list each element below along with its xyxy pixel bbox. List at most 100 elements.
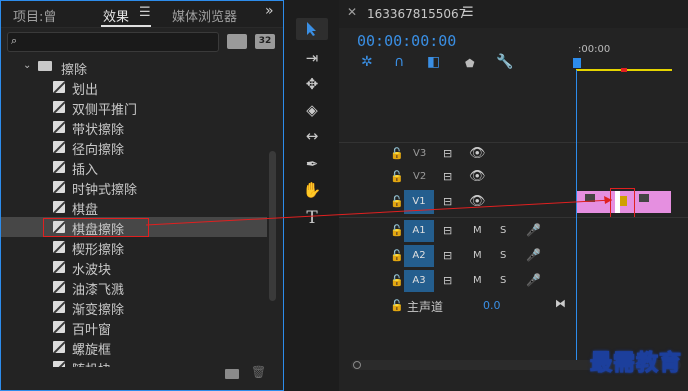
solo-button[interactable]: S: [500, 225, 506, 236]
32bit-effects-button[interactable]: 32: [255, 34, 275, 49]
eye-icon[interactable]: 👁: [469, 146, 486, 161]
close-icon[interactable]: ✕: [347, 5, 357, 19]
master-label: 主声道: [407, 300, 444, 314]
lock-icon[interactable]: 🔓: [390, 249, 404, 262]
effect-item[interactable]: 插入: [1, 157, 267, 178]
effect-item[interactable]: 带状擦除: [1, 117, 267, 138]
effect-label: 随机块: [72, 359, 111, 367]
sync-lock-icon[interactable]: ⊟: [443, 147, 452, 160]
add-marker-icon[interactable]: ⬟: [465, 57, 475, 70]
mute-button[interactable]: M: [473, 275, 482, 286]
effect-item[interactable]: 时钟式擦除: [1, 177, 267, 198]
scroll-handle-icon[interactable]: [353, 361, 361, 369]
effect-label: 水波块: [72, 263, 112, 278]
effect-item[interactable]: 楔形擦除: [1, 237, 267, 258]
effect-item[interactable]: 棋盘: [1, 197, 267, 218]
lock-icon[interactable]: 🔓: [390, 147, 404, 160]
effect-item[interactable]: 油漆飞溅: [1, 277, 267, 298]
panel-menu-icon[interactable]: ☰: [462, 5, 474, 20]
slip-tool-icon[interactable]: ↔: [296, 125, 328, 147]
effects-scrollbar[interactable]: [269, 151, 276, 301]
tools-panel: ⇥ ✥ ◈ ↔ ✒ ✋ T: [292, 0, 332, 391]
transition-icon: [53, 161, 65, 173]
mute-button[interactable]: M: [473, 250, 482, 261]
microphone-icon[interactable]: 🎤: [526, 223, 541, 237]
track-label[interactable]: A1: [404, 220, 434, 242]
solo-button[interactable]: S: [500, 275, 506, 286]
effect-item[interactable]: 随机块: [1, 357, 267, 367]
nest-toggle-icon[interactable]: ✲: [361, 54, 373, 70]
lock-icon[interactable]: 🔓: [390, 224, 404, 237]
new-bin-icon[interactable]: [225, 369, 239, 379]
effect-item[interactable]: 渐变擦除: [1, 297, 267, 318]
sync-lock-icon[interactable]: ⊟: [443, 170, 452, 183]
track-label[interactable]: A2: [404, 245, 434, 267]
master-volume-value[interactable]: 0.0: [483, 299, 501, 312]
solo-button[interactable]: S: [500, 250, 506, 261]
sync-lock-icon[interactable]: ⊟: [443, 274, 452, 287]
effect-item[interactable]: 径向擦除: [1, 137, 267, 158]
snap-icon[interactable]: ∩: [394, 54, 404, 70]
time-ruler[interactable]: :00:00: [573, 40, 688, 74]
search-input[interactable]: ⌕: [7, 32, 219, 52]
effect-item-selected[interactable]: 棋盘擦除: [1, 217, 267, 238]
chevron-down-icon[interactable]: ⌄: [23, 60, 31, 71]
transition-icon: [53, 141, 65, 153]
track-v3: 🔓 V3 ⊟ 👁: [339, 143, 688, 165]
effect-item[interactable]: 螺旋框: [1, 337, 267, 358]
panel-tab-bar: 项目:曾 效果 ☰ 媒体浏览器 »: [1, 1, 283, 28]
highlight-box: [43, 218, 149, 237]
mute-button[interactable]: M: [473, 225, 482, 236]
panel-menu-icon[interactable]: ☰: [139, 5, 151, 20]
track-select-tool-icon[interactable]: ⇥: [296, 47, 328, 69]
more-tabs-icon[interactable]: »: [265, 3, 274, 19]
microphone-icon[interactable]: 🎤: [526, 273, 541, 287]
effect-item[interactable]: 划出: [1, 77, 267, 98]
razor-tool-icon[interactable]: ◈: [296, 99, 328, 121]
sequence-tab[interactable]: 1633678155067: [367, 7, 466, 21]
lock-icon[interactable]: 🔓: [390, 195, 404, 208]
timecode-display[interactable]: 00:00:00:00: [357, 32, 456, 50]
track-label[interactable]: A3: [404, 270, 434, 292]
linked-selection-icon[interactable]: ◧: [427, 54, 440, 70]
tab-media-browser[interactable]: 媒体浏览器: [172, 6, 237, 25]
video-clip[interactable]: [577, 188, 671, 218]
effect-item[interactable]: 水波块: [1, 257, 267, 278]
effect-label: 棋盘: [72, 203, 99, 218]
expand-track-icon[interactable]: ⧓: [555, 297, 566, 310]
tab-project[interactable]: 项目:曾: [13, 6, 56, 25]
accelerated-effects-button[interactable]: [227, 34, 247, 49]
track-label-v1[interactable]: V1: [404, 190, 434, 214]
pen-tool-icon[interactable]: ✒: [296, 153, 328, 175]
fx-badge-icon: [639, 194, 649, 202]
selection-tool-icon[interactable]: [296, 18, 328, 40]
sync-lock-icon[interactable]: ⊟: [443, 195, 452, 208]
sync-lock-icon[interactable]: ⊟: [443, 224, 452, 237]
wrench-icon[interactable]: 🔧: [496, 54, 513, 70]
transition-icon: [53, 121, 65, 133]
trash-icon[interactable]: 🗑: [251, 365, 266, 379]
lock-icon[interactable]: 🔓: [390, 274, 404, 287]
transition-icon: [53, 101, 65, 113]
track-label[interactable]: V3: [413, 148, 426, 159]
folder-row[interactable]: ⌄ 擦除: [1, 57, 267, 78]
effect-item[interactable]: 百叶窗: [1, 317, 267, 338]
lock-icon[interactable]: 🔓: [390, 170, 404, 183]
effect-item[interactable]: 双侧平推门: [1, 97, 267, 118]
eye-icon[interactable]: 👁: [469, 194, 486, 209]
microphone-icon[interactable]: 🎤: [526, 248, 541, 262]
fx-badge-icon: [585, 194, 595, 202]
tab-effects[interactable]: 效果: [103, 6, 129, 25]
track-v2: 🔓 V2 ⊟ 👁: [339, 166, 688, 188]
playhead-handle[interactable]: [573, 58, 581, 68]
type-tool-icon[interactable]: T: [296, 207, 328, 229]
track-label[interactable]: V2: [413, 171, 426, 182]
track-a1: 🔓 A1 ⊟ M S 🎤: [339, 220, 688, 242]
transition-icon: [53, 361, 65, 367]
eye-icon[interactable]: 👁: [469, 169, 486, 184]
ripple-edit-tool-icon[interactable]: ✥: [296, 73, 328, 95]
sync-lock-icon[interactable]: ⊟: [443, 249, 452, 262]
effect-label: 划出: [72, 83, 99, 98]
lock-icon[interactable]: 🔓: [390, 299, 404, 312]
hand-tool-icon[interactable]: ✋: [296, 179, 328, 201]
